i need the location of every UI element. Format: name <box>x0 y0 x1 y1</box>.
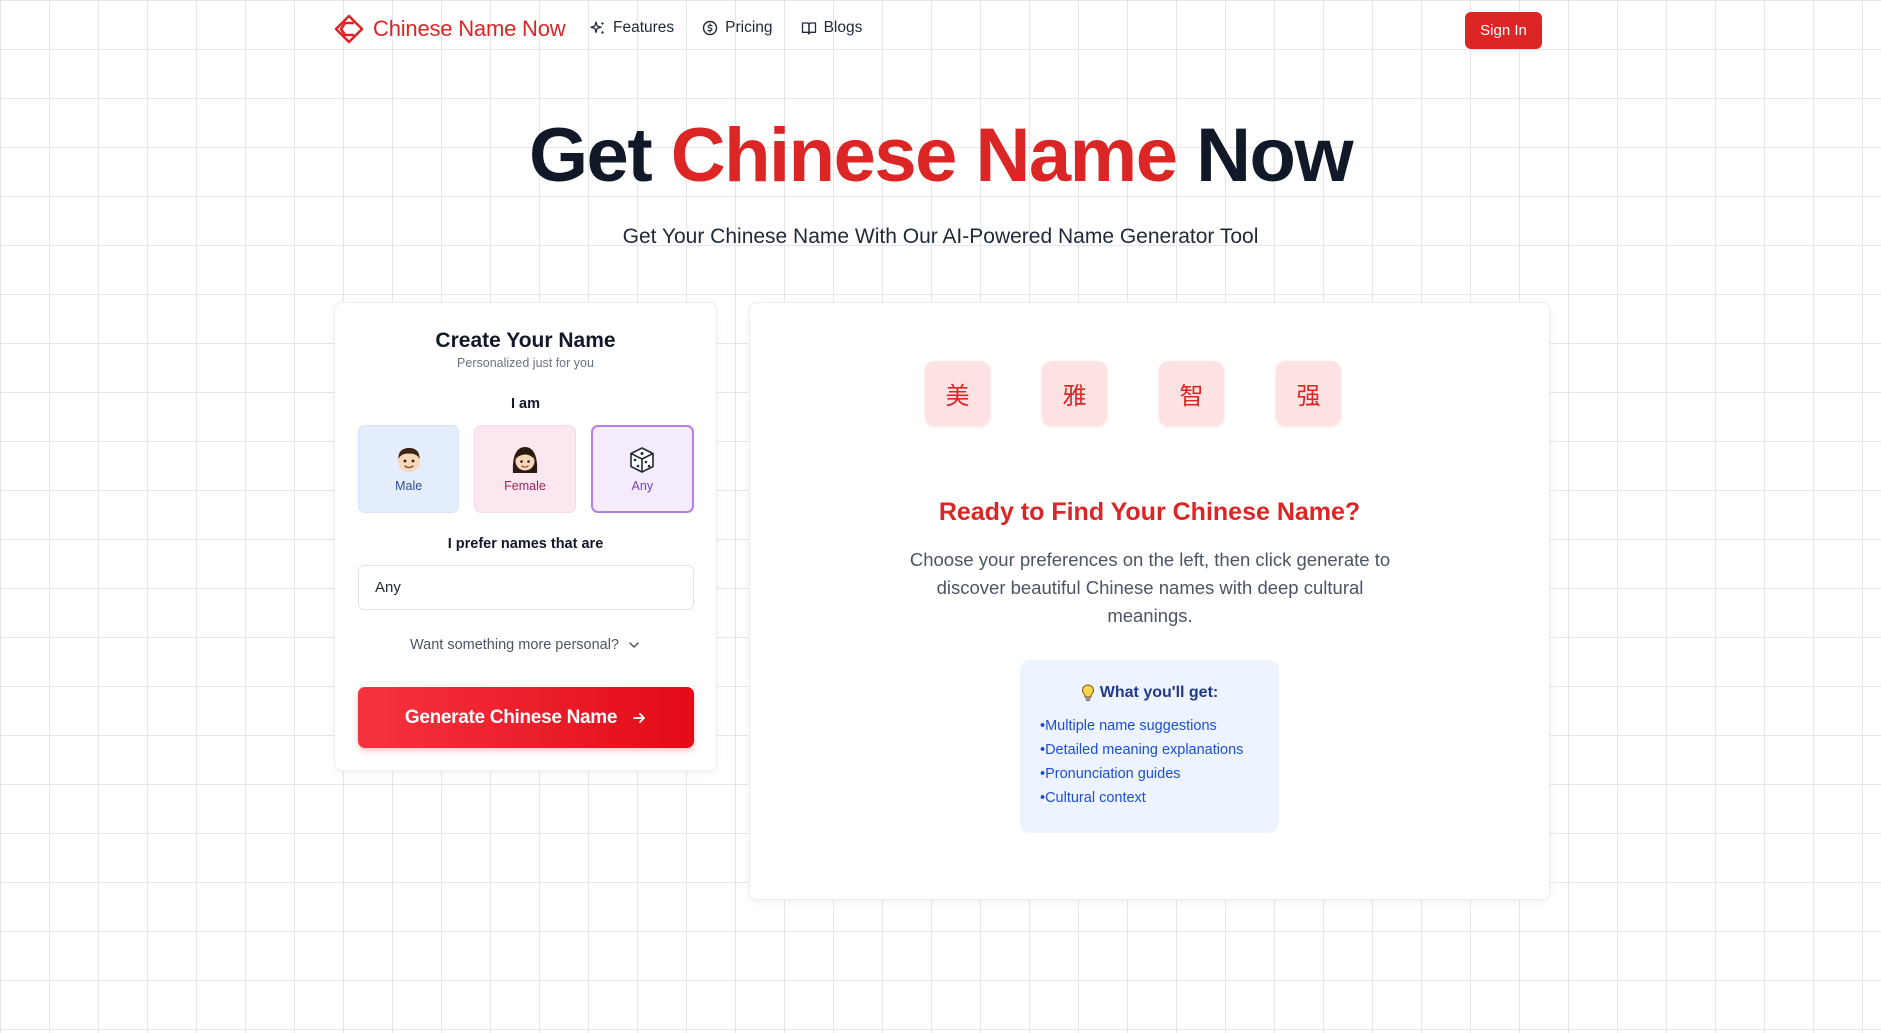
man-face-icon <box>397 448 420 472</box>
nav-links: Features Pricing Blogs <box>590 19 862 37</box>
more-personal-toggle[interactable]: Want something more personal? <box>335 637 716 653</box>
benefits-box: What you'll get: Multiple name suggestio… <box>1020 660 1279 833</box>
preference-select-value: Any <box>375 579 401 596</box>
gender-option-label: Male <box>395 479 423 493</box>
brand-logo-link[interactable]: Chinese Name Now <box>333 13 566 45</box>
top-nav: Chinese Name Now Features Pricing Blogs … <box>0 0 1881 60</box>
gender-option-any[interactable]: Any <box>590 425 694 513</box>
gender-option-male[interactable]: Male <box>358 425 460 513</box>
list-item: Detailed meaning explanations <box>1040 738 1255 762</box>
character-tiles: 美 雅 智 强 <box>925 361 1341 426</box>
hero-title: Get Chinese Name Now <box>0 118 1881 194</box>
benefits-header: What you'll get: <box>1044 684 1255 702</box>
hero-title-pre: Get <box>528 113 671 198</box>
arrow-right-icon <box>633 712 646 723</box>
preview-description: Choose your preferences on the left, the… <box>909 549 1391 626</box>
result-preview-card: 美 雅 智 强 Ready to Find Your Chinese Name?… <box>749 302 1550 900</box>
sign-in-button[interactable]: Sign In <box>1465 12 1542 49</box>
list-item: Multiple name suggestions <box>1040 714 1255 738</box>
brand-logo-icon <box>334 14 364 44</box>
list-item: Pronunciation guides <box>1040 762 1255 786</box>
gender-label: I am <box>510 396 540 412</box>
nav-link-label: Features <box>613 19 675 36</box>
character-tile: 美 <box>925 361 990 426</box>
name-form-card: Create Your Name Personalized just for y… <box>334 302 717 771</box>
brand-name: Chinese Name Now <box>373 16 566 41</box>
gender-option-label: Any <box>631 479 654 493</box>
book-icon <box>801 22 816 35</box>
nav-link-label: Pricing <box>725 19 773 36</box>
chevron-down-icon <box>629 642 639 648</box>
woman-face-icon <box>512 447 538 473</box>
nav-link-pricing[interactable]: Pricing <box>702 19 773 37</box>
nav-link-features[interactable]: Features <box>590 19 674 37</box>
gender-option-label: Female <box>504 479 546 493</box>
preference-select[interactable]: Any <box>358 565 694 610</box>
preview-title: Ready to Find Your Chinese Name? <box>938 498 1361 526</box>
form-subtitle: Personalized just for you <box>457 356 594 370</box>
page: Chinese Name Now Features Pricing Blogs … <box>0 0 1881 1033</box>
form-title: Create Your Name <box>435 329 616 352</box>
gender-options: Male Female Any <box>358 425 694 513</box>
dice-icon <box>630 447 655 473</box>
hero-title-accent: Chinese Name <box>670 113 1178 198</box>
hero-title-post: Now <box>1176 113 1353 198</box>
lightbulb-icon <box>1081 684 1094 701</box>
nav-link-label: Blogs <box>823 19 863 36</box>
preference-label: I prefer names that are <box>447 536 604 552</box>
coin-icon <box>702 20 718 36</box>
character-tile: 智 <box>1159 361 1224 426</box>
character-tile: 雅 <box>1042 361 1107 426</box>
sparkles-icon <box>590 21 605 34</box>
benefits-title: What you'll get: <box>1099 684 1219 701</box>
character-tile: 强 <box>1276 361 1341 426</box>
benefits-list: Multiple name suggestions Detailed meani… <box>1040 714 1255 810</box>
nav-link-blogs[interactable]: Blogs <box>801 19 863 37</box>
more-personal-label: Want something more personal? <box>409 637 619 653</box>
generate-name-button[interactable]: Generate Chinese Name <box>358 687 694 748</box>
hero-subtitle: Get Your Chinese Name With Our AI-Powere… <box>622 225 1259 248</box>
gender-option-female[interactable]: Female <box>474 425 576 513</box>
generate-button-label: Generate Chinese Name <box>404 706 618 728</box>
list-item: Cultural context <box>1040 786 1255 810</box>
